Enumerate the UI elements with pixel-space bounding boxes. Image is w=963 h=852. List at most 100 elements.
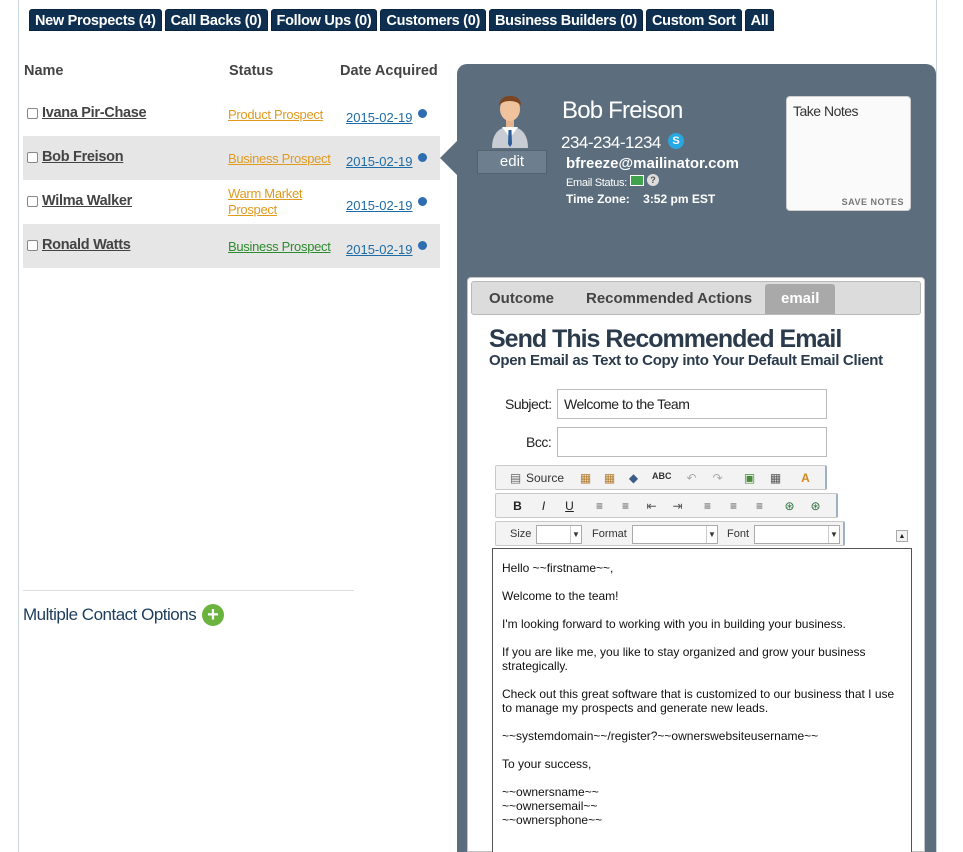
action-tabs: Outcome Recommended Actions email (471, 281, 921, 315)
email-ok-icon (630, 175, 644, 186)
align-center-icon[interactable]: ≡ (726, 499, 741, 513)
email-line: Hello ~~firstname~~, (502, 561, 614, 575)
prospect-date-link[interactable]: 2015-02-19 (346, 154, 413, 169)
tab-follow-ups[interactable]: Follow Ups (0) (270, 9, 378, 31)
prospect-name-link[interactable]: Ivana Pir-Chase (42, 105, 147, 121)
size-select[interactable]: ▼ (536, 525, 582, 544)
prospect-name-link[interactable]: Bob Freison (42, 149, 124, 165)
align-right-icon[interactable]: ≡ (752, 499, 767, 513)
bullet-list-icon[interactable]: ≡ (618, 499, 633, 513)
page-border-left (18, 0, 19, 852)
notes-textarea[interactable]: Take Notes SAVE NOTES (786, 96, 911, 211)
numbered-list-icon[interactable]: ≡ (592, 499, 607, 513)
edit-contact-button[interactable]: edit (477, 150, 547, 174)
bold-icon[interactable]: B (510, 499, 525, 513)
image-icon[interactable]: ▣ (742, 471, 757, 485)
column-header-date[interactable]: Date Acquired (340, 63, 438, 79)
prospect-row[interactable]: Ronald Watts Business Prospect 2015-02-1… (23, 224, 440, 268)
source-button[interactable]: Source (526, 471, 564, 485)
paste-word-icon[interactable]: ▦ (602, 471, 617, 485)
prospect-row[interactable]: Ivana Pir-Chase Product Prospect 2015-02… (23, 92, 440, 136)
paste-icon[interactable]: ▦ (578, 471, 593, 485)
prospect-row[interactable]: Wilma Walker Warm Market Prospect 2015-0… (23, 180, 440, 224)
bcc-input[interactable] (557, 427, 827, 457)
tab-new-prospects[interactable]: New Prospects (4) (29, 9, 162, 31)
align-left-icon[interactable]: ≡ (700, 499, 715, 513)
format-select[interactable]: ▼ (632, 525, 718, 544)
italic-icon[interactable]: I (536, 499, 551, 513)
status-dot-icon (418, 241, 427, 250)
spellcheck-icon[interactable]: ABC (652, 471, 672, 481)
prospect-name-link[interactable]: Wilma Walker (42, 193, 132, 209)
email-line: If you are like me, you like to stay org… (502, 645, 866, 673)
email-status-label: Email Status: (566, 177, 627, 189)
eraser-icon[interactable]: ◆ (626, 471, 641, 485)
prospect-status-link[interactable]: Product Prospect (228, 107, 323, 122)
email-line: Check out this great software that is cu… (502, 687, 895, 715)
save-notes-button[interactable]: SAVE NOTES (842, 197, 904, 207)
row-checkbox[interactable] (27, 108, 38, 119)
indent-icon[interactable]: ⇥ (670, 499, 685, 513)
email-line: ~~ownersname~~ ~~ownersemail~~ ~~ownersp… (502, 785, 603, 827)
timezone: Time Zone: 3:52 pm EST (566, 192, 715, 206)
email-line: ~~systemdomain~~/register?~~ownerswebsit… (502, 729, 819, 743)
bcc-label: Bcc: (526, 434, 552, 450)
editor-toolbar-row-1: ▤ Source ▦ ▦ ◆ ABC ↶ ↷ ▣ ▦ A (495, 465, 827, 490)
row-checkbox[interactable] (27, 240, 38, 251)
chevron-down-icon: ▼ (828, 526, 839, 543)
prospect-date-link[interactable]: 2015-02-19 (346, 198, 413, 213)
panel-pointer (440, 140, 458, 176)
outdent-icon[interactable]: ⇤ (644, 499, 659, 513)
help-icon[interactable]: ? (647, 174, 659, 186)
email-line: To your success, (502, 757, 592, 771)
divider (23, 590, 354, 591)
tab-business-builders[interactable]: Business Builders (0) (489, 9, 643, 31)
prospect-name-link[interactable]: Ronald Watts (42, 237, 131, 253)
font-select[interactable]: ▼ (754, 525, 840, 544)
prospect-status-link[interactable]: Business Prospect (228, 239, 331, 254)
category-tabs: New Prospects (4) Call Backs (0) Follow … (29, 9, 775, 31)
redo-icon[interactable]: ↷ (710, 471, 725, 485)
add-icon[interactable]: + (202, 604, 224, 626)
email-title: Send This Recommended Email (489, 325, 842, 353)
collapse-toolbar-icon[interactable]: ▲ (896, 530, 908, 542)
size-label: Size (510, 528, 532, 540)
column-header-name[interactable]: Name (24, 63, 64, 79)
table-icon[interactable]: ▦ (768, 471, 783, 485)
link-icon[interactable]: ⊛ (782, 499, 797, 513)
email-line: I'm looking forward to working with you … (502, 617, 846, 631)
tab-call-backs[interactable]: Call Backs (0) (164, 9, 268, 31)
timezone-label: Time Zone: (566, 192, 630, 206)
tab-custom-sort[interactable]: Custom Sort (645, 9, 742, 31)
tab-recommended-actions[interactable]: Recommended Actions (586, 290, 752, 307)
text-color-icon[interactable]: A (798, 471, 813, 485)
prospect-status-link[interactable]: Warm Market Prospect (228, 186, 318, 218)
row-checkbox[interactable] (27, 152, 38, 163)
underline-icon[interactable]: U (562, 499, 577, 513)
prospect-row-selected[interactable]: Bob Freison Business Prospect 2015-02-19 (23, 136, 440, 180)
editor-toolbar-row-3: Size ▼ Format ▼ Font ▼ (495, 521, 845, 546)
multiple-contact-options-label[interactable]: Multiple Contact Options (23, 605, 197, 625)
status-dot-icon (418, 197, 427, 206)
contact-phone: 234-234-1234 (561, 133, 661, 152)
notes-placeholder: Take Notes (793, 103, 859, 119)
tab-all[interactable]: All (744, 9, 775, 31)
email-body-editor[interactable]: Hello ~~firstname~~, Welcome to the team… (492, 548, 912, 852)
subject-input[interactable]: Welcome to the Team (557, 389, 827, 419)
tab-outcome[interactable]: Outcome (489, 290, 554, 307)
email-subtitle-link[interactable]: Open Email as Text to Copy into Your Def… (489, 352, 883, 369)
status-dot-icon (418, 153, 427, 162)
tab-email[interactable]: email (765, 284, 836, 314)
page-border-right (936, 0, 937, 852)
unlink-icon[interactable]: ⊛ (808, 499, 823, 513)
skype-icon[interactable]: S (668, 133, 684, 149)
column-header-status[interactable]: Status (229, 63, 273, 79)
prospect-status-link[interactable]: Business Prospect (228, 151, 331, 166)
contact-email: bfreeze@mailinator.com (566, 155, 740, 172)
prospect-date-link[interactable]: 2015-02-19 (346, 242, 413, 257)
undo-icon[interactable]: ↶ (684, 471, 699, 485)
source-icon[interactable]: ▤ (508, 471, 523, 485)
tab-customers[interactable]: Customers (0) (380, 9, 486, 31)
prospect-date-link[interactable]: 2015-02-19 (346, 110, 413, 125)
row-checkbox[interactable] (27, 196, 38, 207)
